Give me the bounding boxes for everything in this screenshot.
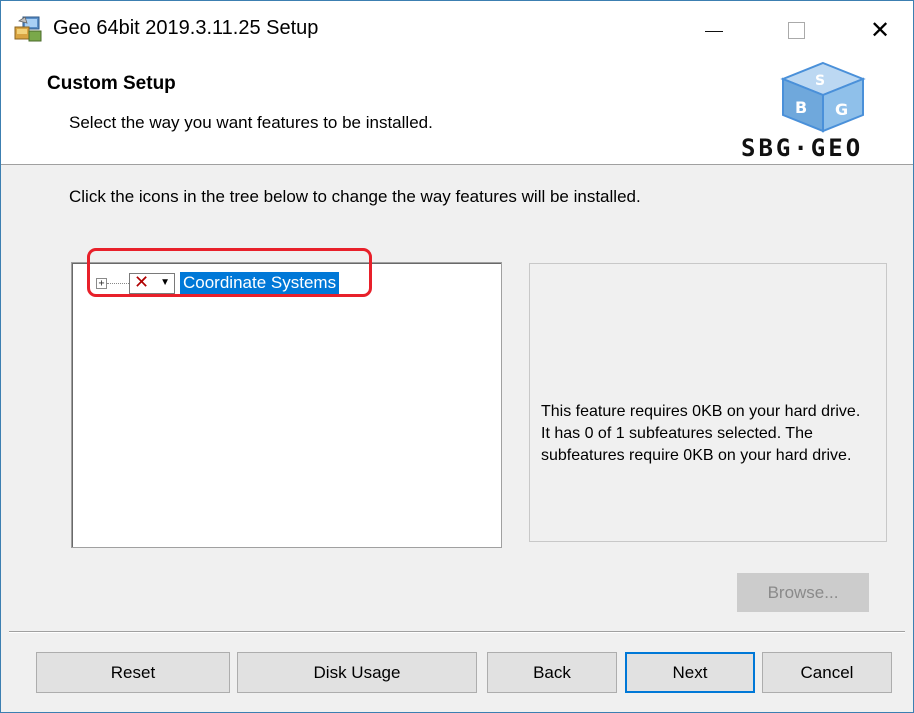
reset-button[interactable]: Reset bbox=[36, 652, 230, 693]
close-icon: ✕ bbox=[869, 16, 891, 44]
svg-text:G: G bbox=[835, 100, 848, 119]
close-button[interactable]: ✕ bbox=[849, 1, 911, 59]
feature-description-text: This feature requires 0KB on your hard d… bbox=[541, 403, 861, 464]
header-banner: Custom Setup Select the way you want fea… bbox=[1, 59, 913, 165]
feature-label[interactable]: Coordinate Systems bbox=[180, 272, 340, 294]
minimize-button[interactable] bbox=[683, 1, 745, 59]
expand-icon[interactable]: + bbox=[96, 277, 107, 289]
back-button[interactable]: Back bbox=[487, 652, 617, 693]
window-title: Geo 64bit 2019.3.11.25 Setup bbox=[53, 17, 319, 39]
feature-state-dropdown[interactable]: ✕ ▼ bbox=[129, 272, 175, 294]
logo-text: SBG·GEO bbox=[741, 134, 864, 162]
page-subtitle: Select the way you want features to be i… bbox=[69, 113, 433, 132]
tree-item-coordinate-systems[interactable]: + ✕ ▼ Coordinate Systems bbox=[96, 271, 340, 295]
svg-text:B: B bbox=[795, 98, 807, 117]
tree-connector bbox=[107, 282, 129, 284]
sbg-geo-logo: S B G SBG·GEO bbox=[735, 61, 911, 162]
page-title: Custom Setup bbox=[47, 73, 176, 94]
feature-tree[interactable]: + ✕ ▼ Coordinate Systems bbox=[71, 262, 502, 548]
instruction-text: Click the icons in the tree below to cha… bbox=[69, 187, 641, 206]
maximize-button[interactable] bbox=[765, 1, 827, 59]
footer-divider bbox=[9, 631, 905, 633]
browse-button[interactable]: Browse... bbox=[737, 573, 869, 612]
svg-text:S: S bbox=[815, 73, 825, 89]
disk-usage-button[interactable]: Disk Usage bbox=[237, 652, 477, 693]
sbg-cube-icon: S B G bbox=[780, 61, 866, 133]
installer-icon bbox=[14, 16, 42, 42]
minimize-icon bbox=[705, 30, 723, 32]
feature-description-panel: This feature requires 0KB on your hard d… bbox=[529, 263, 887, 542]
maximize-icon bbox=[787, 21, 805, 39]
x-icon: ✕ bbox=[134, 272, 150, 293]
next-button[interactable]: Next bbox=[625, 652, 755, 693]
cancel-button[interactable]: Cancel bbox=[762, 652, 892, 693]
setup-window: Geo 64bit 2019.3.11.25 Setup ✕ Custom Se… bbox=[0, 0, 914, 713]
chevron-down-icon: ▼ bbox=[160, 277, 170, 288]
title-bar[interactable]: Geo 64bit 2019.3.11.25 Setup ✕ bbox=[1, 1, 913, 59]
